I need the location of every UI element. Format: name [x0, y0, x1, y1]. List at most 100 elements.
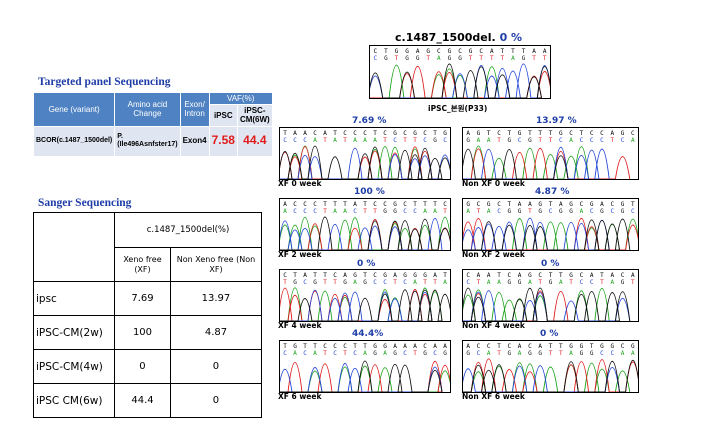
base-letter: C	[403, 208, 407, 215]
base-letter: G	[508, 137, 512, 144]
base-letter: A	[466, 208, 470, 215]
base-letter: T	[343, 137, 347, 144]
base-letter: C	[466, 272, 470, 279]
vaf-header: VAF(%)	[208, 91, 273, 106]
nonxf-value: 0	[169, 349, 263, 384]
trace-G	[463, 218, 631, 250]
base-letter: A	[487, 272, 491, 279]
pct-label: 44.4%	[352, 329, 384, 339]
base-letter: C	[313, 208, 317, 215]
base-letter: A	[631, 272, 635, 279]
base-letter: T	[443, 272, 447, 279]
trace-A	[280, 365, 450, 392]
base-letter: G	[458, 55, 462, 62]
base-letter: A	[323, 130, 327, 137]
base-letter: G	[569, 208, 573, 215]
base-letter: C	[333, 350, 337, 357]
base-letter: A	[353, 201, 357, 208]
exon-cell: Exon4	[179, 125, 210, 157]
pct-label: 0 %	[357, 259, 376, 269]
chrom-svg: C T G G A G C G C G C A T T T A AC G T G G T A G G T T T T A G T T	[370, 48, 550, 98]
targeted-panel-title: Targeted panel Sequencing	[38, 76, 171, 88]
base-letter: C	[373, 201, 377, 208]
base-letter: C	[343, 130, 347, 137]
base-letter: T	[423, 279, 427, 286]
base-letter: C	[303, 279, 307, 286]
base-letter: G	[621, 201, 625, 208]
base-letter: T	[631, 279, 635, 286]
base-letter: A	[413, 279, 417, 286]
base-letter: A	[466, 130, 470, 137]
base-letter: C	[353, 130, 357, 137]
base-letter: C	[590, 279, 594, 286]
base-letter: A	[443, 279, 447, 286]
row-label: iPSC CM(6w)	[33, 383, 115, 418]
base-letter: C	[313, 130, 317, 137]
base-letter: A	[373, 137, 377, 144]
base-letter: C	[497, 208, 501, 215]
pct-label: 7.69 %	[352, 116, 387, 126]
base-letter: A	[559, 201, 563, 208]
base-letter: T	[403, 137, 407, 144]
base-letter: A	[437, 55, 441, 62]
base-letter: T	[293, 272, 297, 279]
base-letter: G	[590, 350, 594, 357]
base-letter: G	[395, 48, 399, 55]
ipsc-header: iPSC	[208, 104, 238, 127]
col-xf: Xeno free (XF)	[114, 247, 171, 282]
base-letter: C	[343, 343, 347, 350]
base-letter: G	[293, 279, 297, 286]
base-letter: A	[413, 343, 417, 350]
base-letter: C	[293, 208, 297, 215]
base-letter: C	[590, 137, 594, 144]
xf-value: 44.4	[114, 383, 171, 418]
base-letter: A	[590, 272, 594, 279]
base-letter: A	[477, 272, 481, 279]
base-letter: T	[443, 208, 447, 215]
base-letter: C	[403, 350, 407, 357]
base-letter: T	[353, 343, 357, 350]
base-letter: A	[487, 208, 491, 215]
base-letter: T	[323, 137, 327, 144]
base-letter: C	[559, 137, 563, 144]
base-letter: C	[413, 208, 417, 215]
base-letter: C	[437, 48, 441, 55]
base-letter: A	[528, 201, 532, 208]
base-letter: C	[610, 208, 614, 215]
vaf-ipsc-cm-cell: 44.4	[236, 125, 273, 157]
base-letter: T	[283, 130, 287, 137]
base-letter: G	[466, 350, 470, 357]
base-letter: C	[518, 137, 522, 144]
base-letter: A	[433, 272, 437, 279]
base-letter: G	[423, 272, 427, 279]
base-letter: G	[393, 130, 397, 137]
trace-T	[463, 217, 638, 250]
base-letter: T	[393, 279, 397, 286]
base-letter: C	[538, 272, 542, 279]
sanger-header: c.1487_1500del(%)	[114, 212, 262, 248]
panel-caption: Non XF 2 week	[462, 250, 525, 259]
base-letter: A	[538, 343, 542, 350]
base-letter: C	[333, 343, 337, 350]
gene-header: Gene (variant)	[32, 92, 116, 127]
base-letter: A	[466, 343, 470, 350]
base-letter: G	[559, 130, 563, 137]
chromatogram-nonxf2: GCGCTAAGTAGCGACGTATACGGTGCGGACGCGC	[462, 198, 639, 251]
nonxf-value: 0	[169, 383, 263, 418]
base-letter: A	[303, 130, 307, 137]
base-letter: T	[559, 272, 563, 279]
base-letter: G	[416, 55, 420, 62]
base-letter: G	[621, 279, 625, 286]
base-letter: T	[363, 343, 367, 350]
base-letter: C	[363, 130, 367, 137]
base-letter: T	[373, 208, 377, 215]
base-letter: A	[518, 272, 522, 279]
base-letter: G	[522, 55, 526, 62]
base-letter: A	[293, 350, 297, 357]
base-letter: C	[373, 279, 377, 286]
base-letter: T	[549, 272, 553, 279]
base-letter: A	[600, 201, 604, 208]
pct-label: 0 %	[541, 259, 560, 269]
base-letter: C	[313, 201, 317, 208]
base-letter: T	[363, 208, 367, 215]
